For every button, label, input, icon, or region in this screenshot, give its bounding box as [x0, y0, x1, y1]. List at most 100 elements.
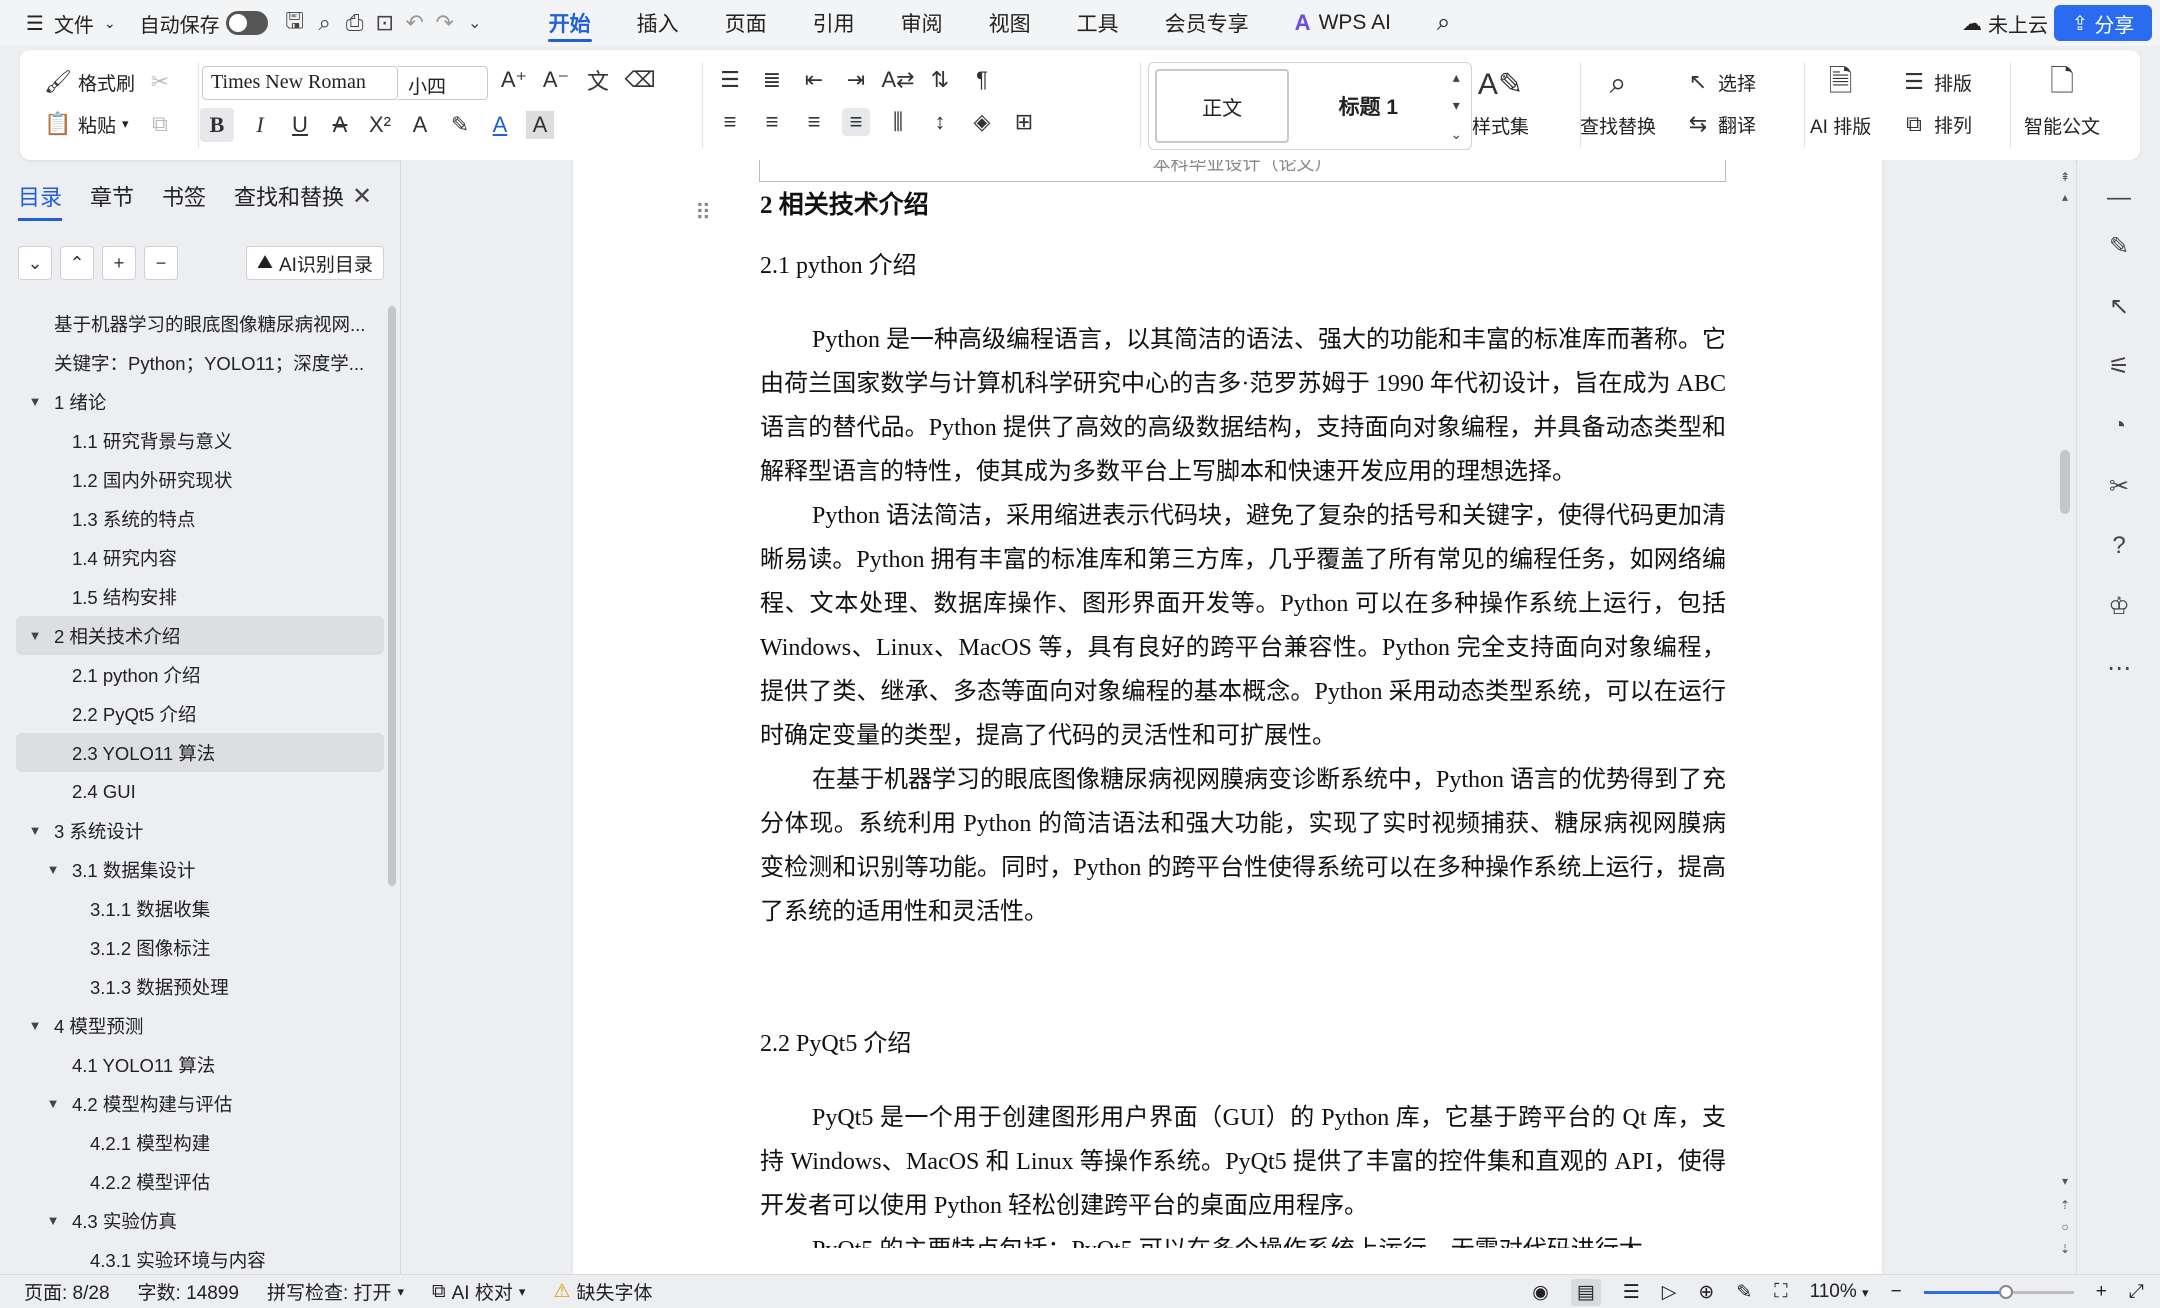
toc-item[interactable]: ▼ 3 系统设计: [16, 811, 384, 850]
document-scrollbar[interactable]: ⇞ ▴ ▾ ⇡ ○ ⇣: [2057, 168, 2073, 1268]
nav-tab-toc[interactable]: 目录: [18, 180, 63, 221]
share-button[interactable]: ⇪ 分享: [2054, 5, 2152, 41]
style-heading-1[interactable]: 标题 1: [1301, 69, 1435, 143]
toc-item[interactable]: ▼ 4.3 实验仿真: [16, 1201, 384, 1240]
zoom-level[interactable]: 110% ▾: [1810, 1281, 1869, 1303]
font-size-select[interactable]: 小四: [398, 66, 488, 100]
toc-item[interactable]: ▼ 4.2 模型构建与评估: [16, 1084, 384, 1123]
word-count[interactable]: 字数: 14899: [124, 1278, 253, 1305]
redo-icon[interactable]: ↷: [430, 8, 460, 38]
zoom-knob[interactable]: [1999, 1284, 2014, 1299]
tab-tools[interactable]: 工具: [1054, 0, 1142, 46]
line-spacing-icon[interactable]: ↕: [926, 108, 954, 136]
nav-tab-find-replace[interactable]: 查找和替换: [234, 180, 344, 221]
font-name-select[interactable]: Times New Roman: [202, 66, 398, 100]
scroll-up-icon[interactable]: ▴: [2057, 190, 2073, 204]
toc-item[interactable]: 4.2.2 模型评估: [16, 1162, 384, 1201]
chapter-heading[interactable]: 2 相关技术介绍: [760, 182, 1726, 230]
superscript-icon[interactable]: X²: [366, 111, 394, 139]
toc-item[interactable]: 1.1 研究背景与意义: [16, 421, 384, 460]
fit-page-icon[interactable]: ⛶: [1774, 1281, 1787, 1303]
document-body[interactable]: 2 相关技术介绍 2.1 python 介绍 Python 是一种高级编程语言，…: [760, 182, 1726, 1248]
numbered-list-icon[interactable]: ≣: [758, 66, 786, 94]
drag-handle-icon[interactable]: ⠿: [695, 200, 711, 226]
toc-item[interactable]: ▼ 4 模型预测: [16, 1006, 384, 1045]
tab-page[interactable]: 页面: [702, 0, 790, 46]
save-icon[interactable]: 🖫: [280, 8, 310, 38]
align-left-icon[interactable]: ≡: [716, 108, 744, 136]
style-set-button[interactable]: A✎ 样式集: [1472, 64, 1529, 139]
ai-toc-button[interactable]: ⛰ AI识别目录: [246, 246, 384, 280]
format-painter-button[interactable]: 🖌 格式刷: [44, 68, 135, 96]
page-indicator[interactable]: 页面: 8/28: [0, 1278, 124, 1305]
tab-view[interactable]: 视图: [966, 0, 1054, 46]
char-shading-icon[interactable]: A: [526, 111, 554, 139]
toc-item[interactable]: 1.3 系统的特点: [16, 499, 384, 538]
ai-check-button[interactable]: ⧉ AI 校对 ▾: [418, 1278, 539, 1305]
highlight-icon[interactable]: ✎: [446, 111, 474, 139]
section-heading-2-2[interactable]: 2.2 PyQt5 介绍: [760, 1022, 1726, 1066]
outline-view-icon[interactable]: ☰: [1623, 1281, 1640, 1304]
section-heading-2-1[interactable]: 2.1 python 介绍: [760, 244, 1726, 288]
page-view-icon[interactable]: ▤: [1570, 1278, 1601, 1306]
adjust-icon[interactable]: ⚟: [2101, 348, 2137, 384]
select-browse-icon[interactable]: ○: [2057, 1220, 2073, 1234]
toc-item[interactable]: 3.1.3 数据预处理: [16, 967, 384, 1006]
tab-insert[interactable]: 插入: [614, 0, 702, 46]
tab-home[interactable]: 开始: [526, 0, 614, 46]
play-icon[interactable]: ▷: [1662, 1281, 1677, 1304]
caret-down-icon[interactable]: ▼: [44, 862, 62, 877]
clear-format-icon[interactable]: ⌫: [624, 66, 655, 94]
tools-icon[interactable]: ✂: [2101, 468, 2137, 504]
align-center-icon[interactable]: ≡: [758, 108, 786, 136]
tab-wps-ai[interactable]: A WPS AI: [1272, 0, 1414, 46]
select-cursor-icon[interactable]: ↖: [2101, 288, 2137, 324]
member-icon[interactable]: ♔: [2101, 588, 2137, 624]
justify-icon[interactable]: ≡: [842, 108, 870, 136]
shading-icon[interactable]: ◈: [968, 108, 996, 136]
underline-icon[interactable]: U: [286, 111, 314, 139]
paste-button[interactable]: 📋 粘贴 ▾: [44, 110, 128, 138]
add-heading-icon[interactable]: +: [102, 246, 136, 280]
fullscreen-icon[interactable]: ⤢: [2129, 1281, 2144, 1303]
autosave[interactable]: 自动保存: [128, 0, 280, 46]
gallery-scroll[interactable]: ▴ ▾ ⌄: [1441, 63, 1471, 149]
cloud-status[interactable]: ☁ 未上云: [1962, 0, 2048, 46]
toc-item[interactable]: 2.2 PyQt5 介绍: [16, 694, 384, 733]
toc-item[interactable]: 1.4 研究内容: [16, 538, 384, 577]
tab-member[interactable]: 会员专享: [1142, 0, 1272, 46]
nav-tab-bookmarks[interactable]: 书签: [162, 180, 206, 221]
select-button[interactable]: ↖ 选择: [1684, 68, 1756, 96]
copy-icon[interactable]: ⧉: [146, 110, 174, 138]
font-grow-icon[interactable]: A⁺: [500, 66, 528, 94]
share-doc-icon[interactable]: ⌕: [310, 8, 340, 38]
border-icon[interactable]: ⊞: [1010, 108, 1038, 136]
show-marks-icon[interactable]: ¶: [968, 66, 996, 94]
paragraph[interactable]: 在基于机器学习的眼底图像糖尿病视网膜病变诊断系统中，Python 语言的优势得到…: [760, 758, 1726, 934]
help-icon[interactable]: ?: [2101, 528, 2137, 564]
align-right-icon[interactable]: ≡: [800, 108, 828, 136]
find-replace-button[interactable]: ⌕ 查找替换: [1580, 64, 1656, 139]
phonetic-guide-icon[interactable]: 文: [584, 66, 612, 94]
web-view-icon[interactable]: ⊕: [1698, 1281, 1714, 1304]
decrease-indent-icon[interactable]: ⇤: [800, 66, 828, 94]
caret-down-icon[interactable]: ▼: [26, 628, 44, 643]
caret-down-icon[interactable]: ▼: [26, 1018, 44, 1033]
font-color-icon[interactable]: A: [486, 111, 514, 139]
toc-item[interactable]: ▼ 1 绪论: [16, 382, 384, 421]
next-page-icon[interactable]: ⇣: [2057, 1242, 2073, 1256]
italic-icon[interactable]: I: [246, 111, 274, 139]
font-shrink-icon[interactable]: A⁻: [542, 66, 570, 94]
collapse-icon[interactable]: ⌄: [18, 246, 52, 280]
tab-review[interactable]: 审阅: [878, 0, 966, 46]
text-effect-icon[interactable]: A: [406, 111, 434, 139]
arrange-button[interactable]: ⧉ 排列: [1900, 110, 1972, 138]
autosave-toggle[interactable]: [225, 11, 268, 35]
pen-icon[interactable]: ✎: [2101, 228, 2137, 264]
style-normal[interactable]: 正文: [1155, 69, 1290, 143]
toc-item[interactable]: 基于机器学习的眼底图像糖尿病视网...: [16, 304, 384, 343]
caret-down-icon[interactable]: ▼: [44, 1213, 62, 1228]
toc-item[interactable]: ▼ 2 相关技术介绍: [16, 616, 384, 655]
more-icon[interactable]: ⋯: [2101, 650, 2137, 686]
search-icon[interactable]: ⌕: [1414, 0, 1473, 46]
